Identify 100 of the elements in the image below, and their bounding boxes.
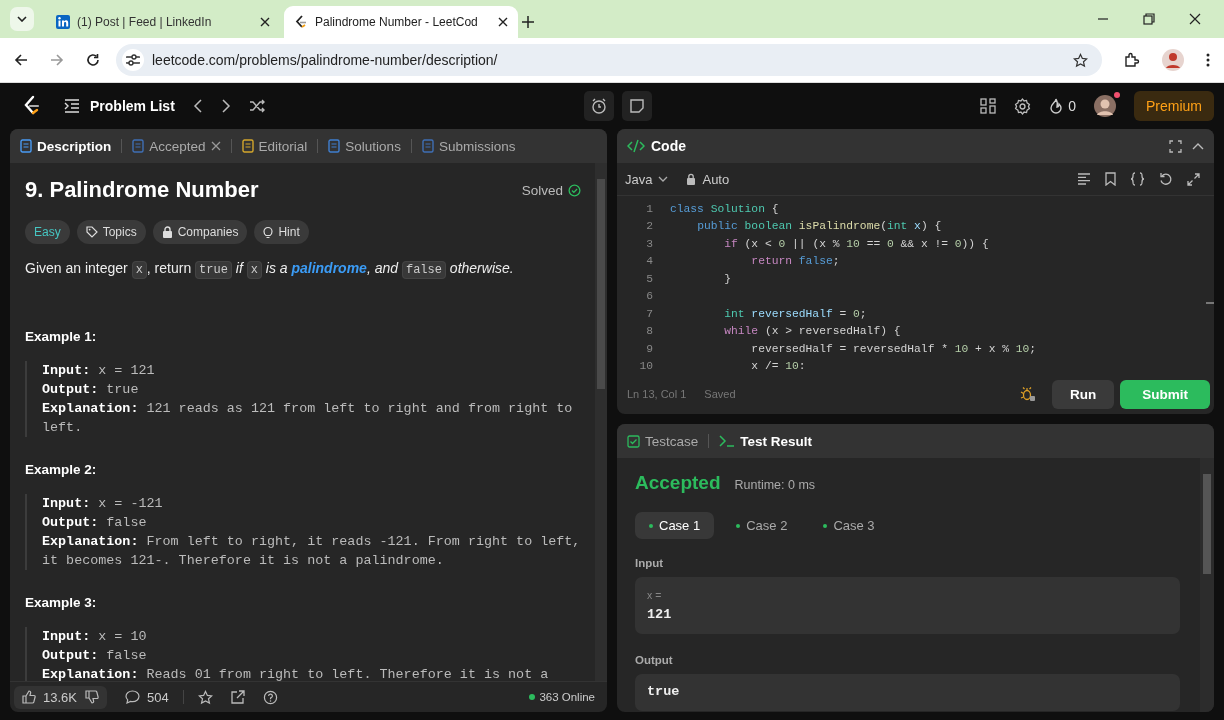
previous-icon[interactable]	[192, 99, 203, 113]
code-icon	[627, 139, 645, 153]
tag-chip[interactable]: Topics	[76, 220, 146, 244]
document-icon	[20, 139, 32, 153]
format-icon[interactable]	[1077, 173, 1091, 185]
document-icon	[421, 139, 434, 153]
line-number: 10	[638, 360, 653, 373]
help-icon[interactable]	[262, 689, 278, 705]
fullscreen-icon[interactable]	[1169, 139, 1182, 153]
chevron-down-icon	[17, 16, 27, 22]
verdict-text: Accepted	[635, 472, 721, 494]
share-icon[interactable]	[230, 690, 245, 704]
user-avatar[interactable]	[1094, 95, 1116, 117]
shuffle-icon[interactable]	[248, 99, 265, 113]
example-line: Explanation: 121 reads as 121 from left to right and from right to left.	[42, 400, 574, 437]
problem-statement: Given an integer x , return true if x is a palindrome, and false otherwise.	[25, 260, 515, 277]
example-heading: Example 1:	[25, 329, 98, 344]
example-line: Explanation: From left to right, it reads -121. From right to left, it becomes 121-. Therefore it is not a palindrome.	[42, 533, 581, 570]
address-field[interactable]: leetcode.com/problems/palindrome-number/description/	[116, 44, 1102, 76]
run-button[interactable]: Run	[1052, 379, 1115, 409]
timer-button[interactable]	[583, 91, 614, 121]
dislike-icon[interactable]	[85, 690, 99, 704]
case-tab[interactable]: Case 1	[635, 512, 715, 539]
reload-icon[interactable]	[86, 53, 100, 67]
profile-avatar[interactable]	[1162, 49, 1184, 71]
code-line: while (x > reversedHalf) {	[723, 325, 901, 338]
tab-title: (1) Post | Feed | LinkedIn	[77, 15, 213, 29]
notes-button[interactable]	[621, 91, 652, 121]
restore-icon[interactable]	[1143, 13, 1155, 25]
collapse-icon[interactable]	[1192, 142, 1204, 150]
bookmark-icon[interactable]	[1105, 172, 1116, 186]
settings-icon[interactable]	[1014, 97, 1032, 115]
layout-icon[interactable]	[980, 98, 997, 114]
extensions-icon[interactable]	[1124, 52, 1140, 68]
browser-tab[interactable]: (1) Post | Feed | LinkedIn	[46, 6, 280, 38]
debug-icon[interactable]	[1020, 386, 1036, 402]
scrollbar[interactable]	[1200, 458, 1214, 712]
code-line: x /= 10:	[750, 360, 806, 373]
star-icon[interactable]	[197, 689, 213, 705]
braces-icon[interactable]	[1130, 172, 1145, 186]
cursor-position: Ln 13, Col 1	[627, 388, 687, 400]
checkbox-icon	[627, 434, 640, 448]
close-icon[interactable]	[1189, 13, 1201, 25]
panel-tab[interactable]: Solutions	[328, 138, 401, 154]
site-settings-icon[interactable]	[122, 49, 144, 71]
example-line: Explanation: Reads 01 from right to left. Therefore it is not a	[42, 666, 550, 681]
close-icon[interactable]	[498, 17, 508, 27]
back-icon[interactable]	[14, 53, 28, 67]
panel-tab[interactable]: Submissions	[421, 138, 516, 154]
bookmark-star-icon[interactable]	[1073, 52, 1088, 68]
palindrome-link[interactable]: palindrome	[291, 260, 367, 276]
language-dropdown[interactable]: Java	[625, 171, 669, 187]
note-icon	[628, 98, 645, 114]
forward-icon[interactable]	[50, 53, 64, 67]
next-icon[interactable]	[220, 99, 231, 113]
alarm-clock-icon	[590, 98, 607, 114]
example-line: Output: false	[42, 514, 148, 532]
problem-list-button[interactable]: Problem List	[64, 98, 175, 114]
lightbulb-icon	[263, 225, 274, 239]
code-line: }	[723, 272, 731, 285]
line-number: 8	[645, 325, 653, 338]
flame-icon	[1049, 98, 1064, 114]
case-tab[interactable]: Case 2	[722, 512, 802, 539]
example-heading: Example 2:	[25, 462, 98, 477]
panel-tab[interactable]: Description	[20, 138, 112, 154]
premium-button[interactable]: Premium	[1134, 91, 1214, 121]
browser-tab[interactable]: Palindrome Number - LeetCod	[284, 6, 518, 38]
case-tab[interactable]: Case 3	[809, 512, 889, 539]
tag-chip[interactable]: Easy	[25, 220, 70, 244]
leetcode-logo[interactable]	[22, 95, 40, 117]
field-label: Input	[635, 557, 665, 569]
example-heading: Example 3:	[25, 595, 98, 610]
tab-search-button[interactable]	[10, 7, 34, 31]
online-count: 363 Online	[529, 691, 595, 703]
terminal-icon	[719, 435, 736, 447]
reset-icon[interactable]	[1159, 172, 1173, 186]
lock-icon	[686, 173, 697, 185]
auto-mode-toggle[interactable]: Auto	[686, 171, 730, 187]
code-line: class Solution {	[670, 202, 779, 215]
thumbs-up-icon	[22, 690, 36, 704]
panel-tab[interactable]: Test Result	[719, 433, 813, 449]
panel-tab[interactable]: Testcase	[627, 433, 699, 449]
tag-chip[interactable]: Hint	[254, 220, 309, 244]
line-number: 4	[645, 255, 653, 268]
output-value: true	[647, 684, 681, 699]
line-number: 6	[645, 290, 653, 303]
streak-counter[interactable]: 0	[1049, 98, 1076, 114]
panel-tab[interactable]: Editorial	[241, 138, 308, 154]
tag-chip[interactable]: Companies	[152, 220, 248, 244]
new-tab-icon[interactable]	[522, 16, 534, 28]
code-line: int reversedHalf = 0;	[723, 307, 867, 320]
line-number: 3	[645, 237, 653, 250]
more-menu-icon[interactable]	[1206, 53, 1210, 67]
runtime-text: Runtime: 0 ms	[734, 478, 816, 492]
close-icon[interactable]	[260, 17, 270, 27]
panel-tab[interactable]: Accepted	[132, 138, 221, 154]
comments-button[interactable]: 504	[125, 689, 169, 705]
example-line: Input: x = -121	[42, 495, 164, 513]
scrollbar[interactable]	[595, 163, 607, 681]
expand-icon[interactable]	[1187, 172, 1200, 186]
